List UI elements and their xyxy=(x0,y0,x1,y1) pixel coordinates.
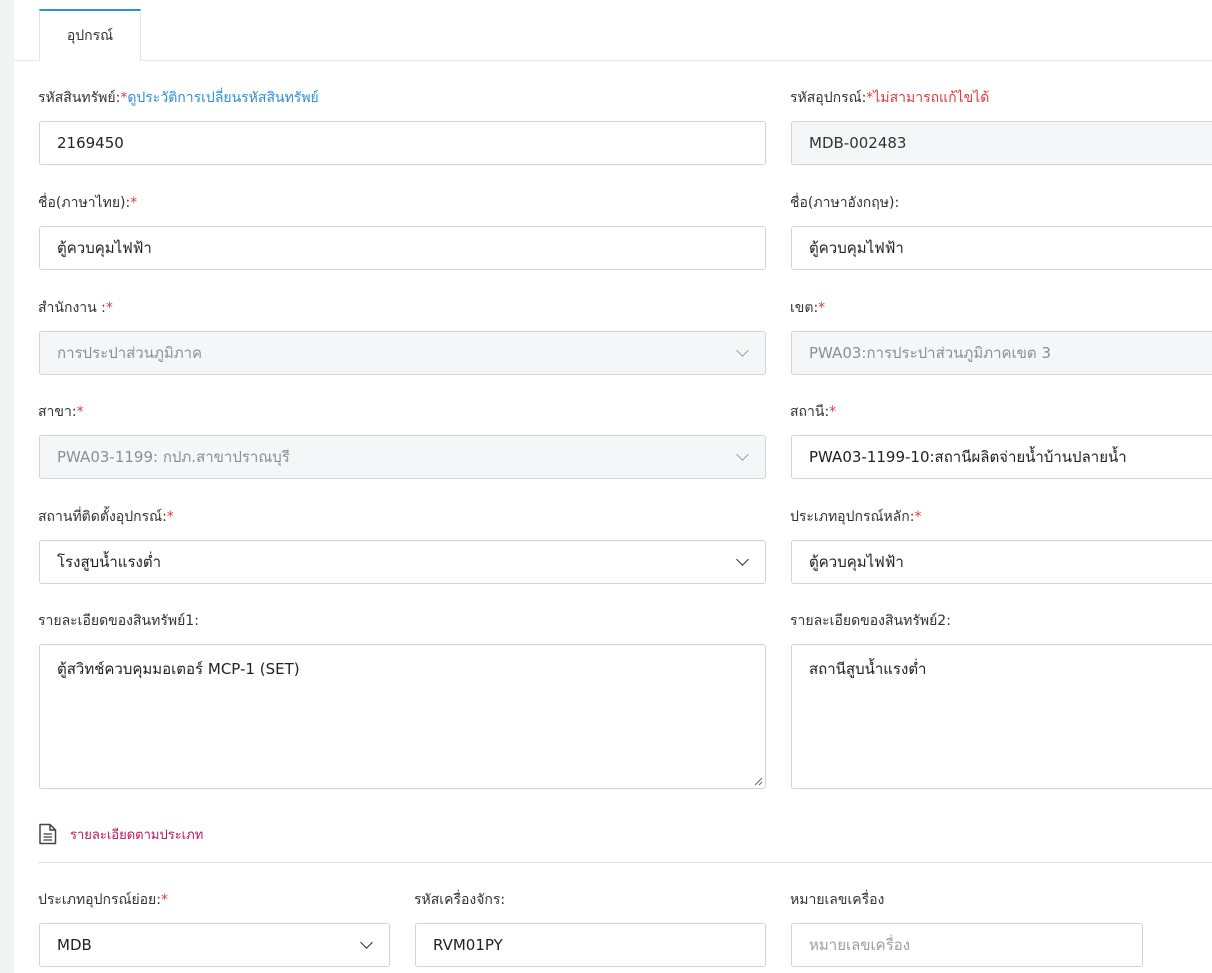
install-location-select[interactable]: โรงสูบน้ำแรงต่ำ xyxy=(39,540,766,584)
name-en-input[interactable]: ตู้ควบคุมไฟฟ้า xyxy=(791,226,1212,270)
required-mark: * xyxy=(160,892,168,908)
sub-type-select[interactable]: MDB xyxy=(39,923,390,967)
detail2-label-text: รายละเอียดของสินทรัพย์2: xyxy=(790,613,951,629)
chevron-down-icon xyxy=(736,448,749,461)
detail1-value: ตู้สวิทช์ควบคุมมอเตอร์ MCP-1 (SET) xyxy=(57,660,300,678)
document-icon xyxy=(39,823,57,845)
required-mark: * xyxy=(818,300,826,316)
install-location-label: สถานที่ติดตั้งอุปกรณ์:* xyxy=(38,507,174,527)
machine-code-input[interactable]: RVM01PY xyxy=(415,923,766,967)
detail1-label: รายละเอียดของสินทรัพย์1: xyxy=(38,611,199,631)
machine-no-label: หมายเลขเครื่อง xyxy=(790,890,884,910)
station-value: PWA03-1199-10:สถานีผลิตจ่ายน้ำบ้านปลายน้… xyxy=(809,448,1127,466)
name-th-input[interactable]: ตู้ควบคุมไฟฟ้า xyxy=(39,226,766,270)
zone-value: PWA03:การประปาส่วนภูมิภาคเขต 3 xyxy=(809,344,1051,362)
equipment-code-value: MDB-002483 xyxy=(809,134,907,152)
office-select: การประปาส่วนภูมิภาค xyxy=(39,331,766,375)
detail1-textarea[interactable]: ตู้สวิทช์ควบคุมมอเตอร์ MCP-1 (SET) xyxy=(39,644,766,789)
name-th-label-text: ชื่อ(ภาษาไทย): xyxy=(38,195,131,211)
zone-label-text: เขต: xyxy=(790,300,819,316)
name-en-label-text: ชื่อ(ภาษาอังกฤษ): xyxy=(790,195,900,211)
main-type-select[interactable]: ตู้ควบคุมไฟฟ้า xyxy=(791,540,1212,584)
station-label-text: สถานี: xyxy=(790,404,830,420)
required-mark: * xyxy=(76,404,84,420)
zone-select: PWA03:การประปาส่วนภูมิภาคเขต 3 xyxy=(791,331,1212,375)
detail2-label: รายละเอียดของสินทรัพย์2: xyxy=(790,611,951,631)
machine-no-label-text: หมายเลขเครื่อง xyxy=(790,892,885,908)
office-label: สำนักงาน :* xyxy=(38,298,113,318)
main-type-label-text: ประเภทอุปกรณ์หลัก: xyxy=(790,509,915,525)
sub-type-label: ประเภทอุปกรณ์ย่อย:* xyxy=(38,890,168,910)
asset-code-history-link[interactable]: ดูประวัติการเปลี่ยนรหัสสินทรัพย์ xyxy=(127,90,318,106)
detail2-textarea[interactable]: สถานีสูบน้ำแรงต่ำ xyxy=(791,644,1212,789)
install-location-label-text: สถานที่ติดตั้งอุปกรณ์: xyxy=(38,509,167,525)
asset-code-label-text: รหัสสินทรัพย์: xyxy=(38,90,121,106)
machine-no-input[interactable]: หมายเลขเครื่อง xyxy=(791,923,1143,967)
machine-code-value: RVM01PY xyxy=(433,936,503,954)
detail1-label-text: รายละเอียดของสินทรัพย์1: xyxy=(38,613,199,629)
section-divider xyxy=(38,862,1212,863)
name-th-label: ชื่อ(ภาษาไทย):* xyxy=(38,193,137,213)
office-label-text: สำนักงาน : xyxy=(38,300,106,316)
required-mark: * xyxy=(166,509,174,525)
asset-code-label: รหัสสินทรัพย์:*ดูประวัติการเปลี่ยนรหัสสิ… xyxy=(38,88,319,108)
equipment-code-label-text: รหัสอุปกรณ์: xyxy=(790,90,867,106)
required-mark: * xyxy=(829,404,837,420)
name-th-value: ตู้ควบคุมไฟฟ้า xyxy=(57,239,152,257)
install-location-value: โรงสูบน้ำแรงต่ำ xyxy=(57,553,162,571)
tab-equipment[interactable]: อุปกรณ์ xyxy=(39,9,141,61)
resize-grip-icon[interactable] xyxy=(754,777,763,786)
equipment-code-input: MDB-002483 xyxy=(791,121,1212,165)
chevron-down-icon xyxy=(360,936,373,949)
required-mark: * xyxy=(130,195,138,211)
detail2-value: สถานีสูบน้ำแรงต่ำ xyxy=(809,660,927,678)
chevron-down-icon xyxy=(736,553,749,566)
branch-label: สาขา:* xyxy=(38,402,84,422)
sub-type-label-text: ประเภทอุปกรณ์ย่อย: xyxy=(38,892,161,908)
section-title: รายละเอียดตามประเภท xyxy=(70,827,204,843)
tab-bar: อุปกรณ์ xyxy=(14,0,1212,61)
name-en-value: ตู้ควบคุมไฟฟ้า xyxy=(809,239,904,257)
branch-select: PWA03-1199: กปภ.สาขาปราณบุรี xyxy=(39,435,766,479)
main-type-label: ประเภทอุปกรณ์หลัก:* xyxy=(790,507,921,527)
name-en-label: ชื่อ(ภาษาอังกฤษ): xyxy=(790,193,899,213)
required-mark: * xyxy=(105,300,113,316)
station-label: สถานี:* xyxy=(790,402,836,422)
machine-code-label: รหัสเครื่องจักร: xyxy=(414,890,505,910)
office-value: การประปาส่วนภูมิภาค xyxy=(57,344,203,362)
type-details-section-header: รายละเอียดตามประเภท xyxy=(38,823,203,845)
zone-label: เขต:* xyxy=(790,298,825,318)
equipment-code-label: รหัสอุปกรณ์:*ไม่สามารถแก้ไขได้ xyxy=(790,88,989,108)
branch-label-text: สาขา: xyxy=(38,404,77,420)
sub-type-value: MDB xyxy=(57,936,92,954)
asset-code-input[interactable]: 2169450 xyxy=(39,121,766,165)
required-mark: * xyxy=(914,509,922,525)
asset-code-value: 2169450 xyxy=(57,134,124,152)
branch-value: PWA03-1199: กปภ.สาขาปราณบุรี xyxy=(57,448,290,466)
chevron-down-icon xyxy=(736,344,749,357)
not-editable-note: ไม่สามารถแก้ไขได้ xyxy=(873,90,990,106)
main-type-value: ตู้ควบคุมไฟฟ้า xyxy=(809,553,904,571)
machine-code-label-text: รหัสเครื่องจักร: xyxy=(414,892,506,908)
machine-no-placeholder: หมายเลขเครื่อง xyxy=(809,936,911,954)
station-select[interactable]: PWA03-1199-10:สถานีผลิตจ่ายน้ำบ้านปลายน้… xyxy=(791,435,1212,479)
